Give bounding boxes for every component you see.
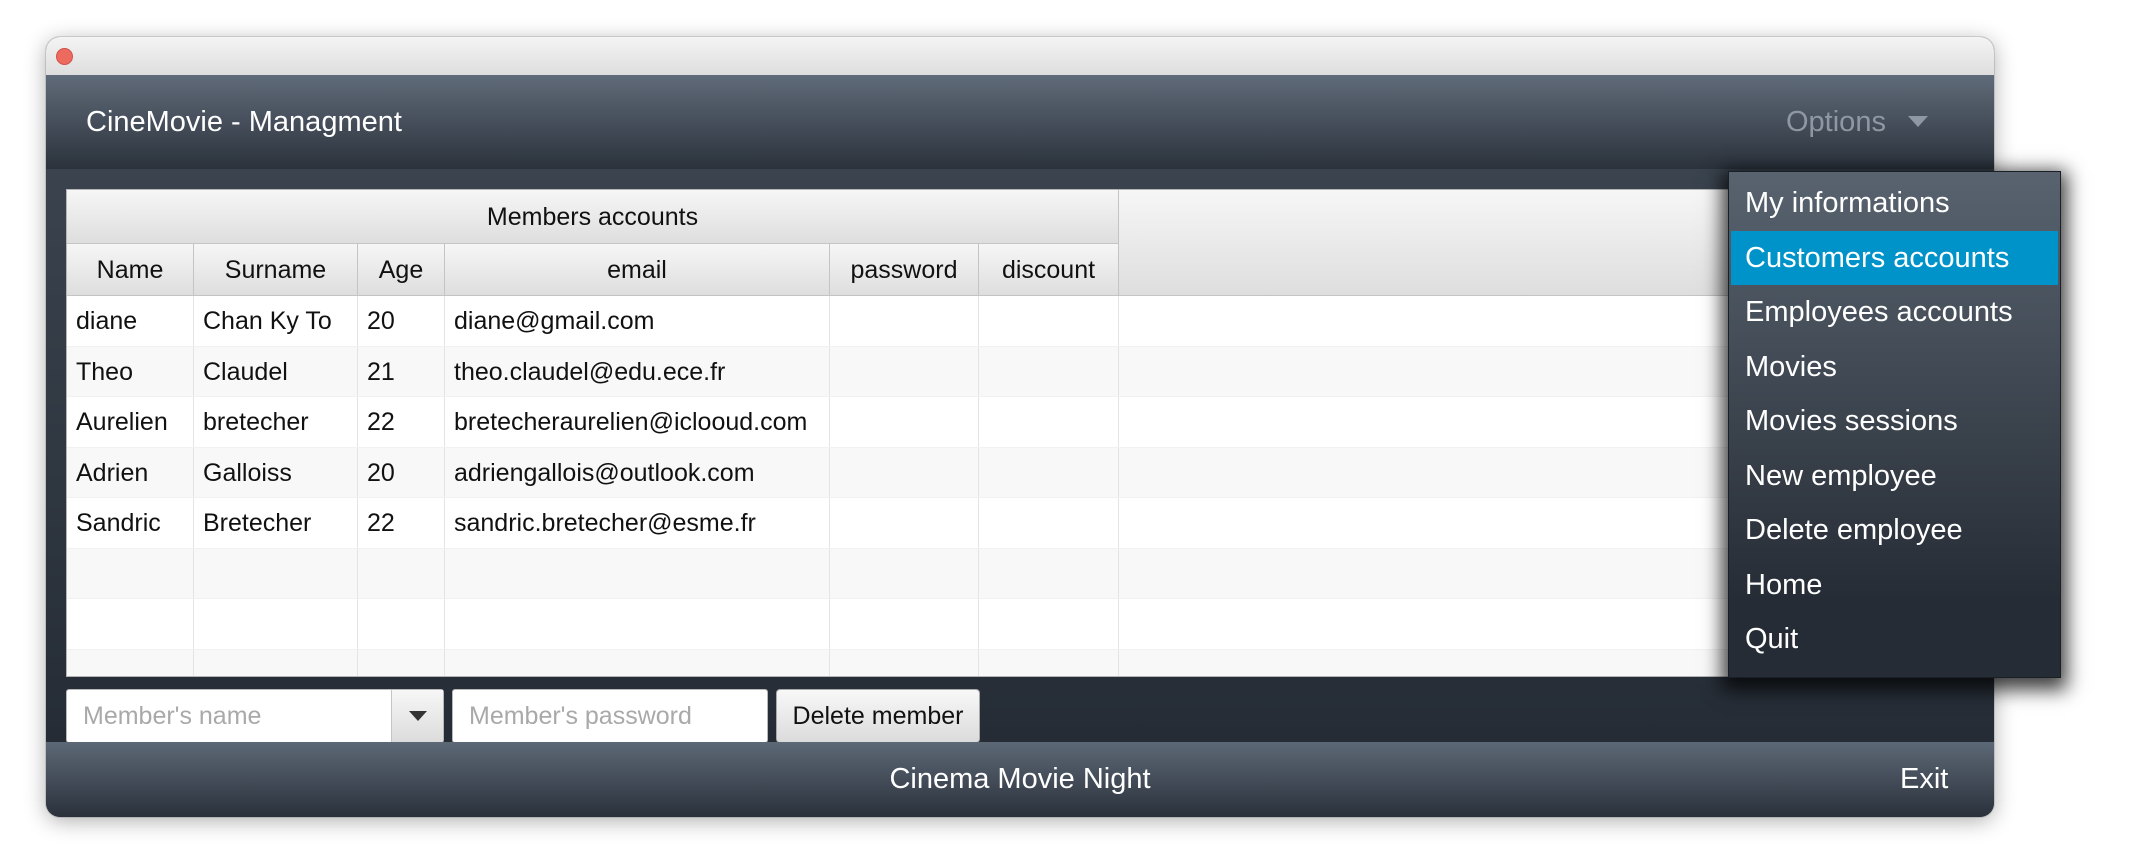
cell-discount bbox=[979, 296, 1119, 346]
cell-discount bbox=[979, 397, 1119, 447]
cell-discount bbox=[979, 447, 1119, 497]
cell-age: 20 bbox=[358, 447, 445, 497]
app-window: CineMovie - Managment Options Members ac… bbox=[46, 37, 1994, 817]
member-name-combobox[interactable] bbox=[66, 689, 444, 743]
window-titlebar bbox=[46, 37, 1994, 76]
close-window-button[interactable] bbox=[56, 48, 73, 65]
column-header-password[interactable]: password bbox=[830, 244, 979, 296]
table-row[interactable]: Sandric Bretecher 22 sandric.bretecher@esme… bbox=[67, 498, 1973, 549]
cell-surname: Chan Ky To bbox=[194, 296, 358, 346]
cell-age: 20 bbox=[358, 296, 445, 346]
menu-item-new-employee[interactable]: New employee bbox=[1731, 449, 2058, 504]
cell-age bbox=[358, 599, 445, 649]
cell-name: Adrien bbox=[67, 447, 194, 497]
cell-surname: bretecher bbox=[194, 397, 358, 447]
cell-name: Aurelien bbox=[67, 397, 194, 447]
cell-email bbox=[445, 649, 830, 676]
table-row[interactable] bbox=[67, 548, 1973, 599]
cell-email: diane@gmail.com bbox=[445, 296, 830, 346]
column-header-email[interactable]: email bbox=[445, 244, 830, 296]
table-body: diane Chan Ky To 20 diane@gmail.com Theo Clau… bbox=[67, 296, 1973, 676]
table-row[interactable]: diane Chan Ky To 20 diane@gmail.com bbox=[67, 296, 1973, 347]
cell-password bbox=[830, 498, 979, 548]
cell-password bbox=[830, 649, 979, 676]
cell-discount bbox=[979, 346, 1119, 396]
cell-discount bbox=[979, 649, 1119, 676]
cell-surname bbox=[194, 599, 358, 649]
exit-button[interactable]: Exit bbox=[1900, 742, 1948, 817]
table-row[interactable]: Theo Claudel 21 theo.claudel@edu.ece.fr bbox=[67, 346, 1973, 397]
options-label: Options bbox=[1786, 106, 1886, 138]
menu-item-home[interactable]: Home bbox=[1731, 558, 2058, 613]
menu-item-customers-accounts[interactable]: Customers accounts bbox=[1731, 230, 2058, 285]
cell-age bbox=[358, 548, 445, 598]
app-title: CineMovie - Managment bbox=[86, 106, 402, 138]
cell-age: 22 bbox=[358, 498, 445, 548]
cell-name: Theo bbox=[67, 346, 194, 396]
footer-title: Cinema Movie Night bbox=[889, 763, 1151, 795]
delete-member-button[interactable]: Delete member bbox=[776, 689, 980, 743]
menu-item-my-informations[interactable]: My informations bbox=[1731, 176, 2058, 231]
member-password-input[interactable] bbox=[453, 690, 767, 742]
table-group-header: Members accounts bbox=[67, 190, 1119, 244]
chevron-down-icon bbox=[409, 711, 427, 721]
member-actions: Delete member bbox=[66, 689, 1066, 743]
cell-email: adriengallois@outlook.com bbox=[445, 447, 830, 497]
options-menu-button[interactable]: Options bbox=[1786, 75, 1928, 169]
column-header-name[interactable]: Name bbox=[67, 244, 194, 296]
menu-item-movies[interactable]: Movies bbox=[1731, 340, 2058, 395]
member-name-dropdown-button[interactable] bbox=[391, 690, 443, 742]
cell-email: sandric.bretecher@esme.fr bbox=[445, 498, 830, 548]
cell-surname: Claudel bbox=[194, 346, 358, 396]
cell-password bbox=[830, 447, 979, 497]
cell-name: Sandric bbox=[67, 498, 194, 548]
cell-discount bbox=[979, 599, 1119, 649]
table-row[interactable]: Aurelien bretecher 22 bretecheraurelien@icl… bbox=[67, 397, 1973, 448]
cell-password bbox=[830, 296, 979, 346]
cell-name bbox=[67, 599, 194, 649]
table-row[interactable]: Adrien Galloiss 20 adriengallois@outlook.co… bbox=[67, 447, 1973, 498]
cell-surname: Galloiss bbox=[194, 447, 358, 497]
cell-password bbox=[830, 397, 979, 447]
footer-bar: Cinema Movie Night Exit bbox=[46, 742, 1994, 817]
table-row[interactable] bbox=[67, 599, 1973, 650]
cell-password bbox=[830, 346, 979, 396]
cell-email bbox=[445, 599, 830, 649]
cell-age: 21 bbox=[358, 346, 445, 396]
cell-surname: Bretecher bbox=[194, 498, 358, 548]
menu-item-employees-accounts[interactable]: Employees accounts bbox=[1731, 285, 2058, 340]
cell-surname bbox=[194, 548, 358, 598]
cell-discount bbox=[979, 548, 1119, 598]
column-header-surname[interactable]: Surname bbox=[194, 244, 358, 296]
members-table: Members accounts Name Surname Age email pass… bbox=[66, 189, 1974, 677]
cell-age bbox=[358, 649, 445, 676]
cell-surname bbox=[194, 649, 358, 676]
cell-email bbox=[445, 548, 830, 598]
header-bar: CineMovie - Managment Options bbox=[46, 75, 1994, 169]
cell-name bbox=[67, 649, 194, 676]
menu-item-quit[interactable]: Quit bbox=[1731, 612, 2058, 667]
member-password-field[interactable] bbox=[452, 689, 768, 743]
cell-name bbox=[67, 548, 194, 598]
options-dropdown-menu: My informations Customers accounts Employe… bbox=[1728, 171, 2061, 678]
member-name-input[interactable] bbox=[67, 690, 392, 742]
cell-email: theo.claudel@edu.ece.fr bbox=[445, 346, 830, 396]
menu-item-movies-sessions[interactable]: Movies sessions bbox=[1731, 394, 2058, 449]
column-header-age[interactable]: Age bbox=[358, 244, 445, 296]
column-header-discount[interactable]: discount bbox=[979, 244, 1119, 296]
cell-age: 22 bbox=[358, 397, 445, 447]
cell-password bbox=[830, 599, 979, 649]
table-row[interactable] bbox=[67, 649, 1973, 676]
cell-discount bbox=[979, 498, 1119, 548]
menu-item-delete-employee[interactable]: Delete employee bbox=[1731, 503, 2058, 558]
cell-name: diane bbox=[67, 296, 194, 346]
cell-email: bretecheraurelien@iclooud.com bbox=[445, 397, 830, 447]
chevron-down-icon bbox=[1907, 115, 1928, 127]
main-content: Members accounts Name Surname Age email pass… bbox=[46, 169, 1994, 743]
cell-password bbox=[830, 548, 979, 598]
